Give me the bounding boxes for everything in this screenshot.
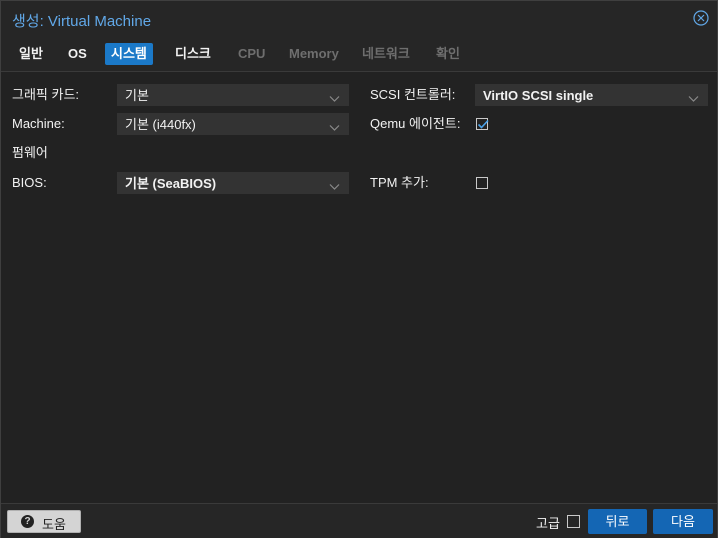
tab-memory: Memory — [289, 46, 339, 61]
machine-value: 기본 (i440fx) — [125, 117, 196, 132]
tab-os[interactable]: OS — [62, 43, 93, 65]
help-label: 도움 — [42, 517, 66, 532]
footer-bar: ? 도움 고급 뒤로 다음 — [1, 503, 717, 538]
bios-label: BIOS: — [12, 175, 47, 190]
tab-bar: 일반 OS 시스템 디스크 CPU Memory 네트워크 확인 — [1, 39, 717, 69]
tpm-checkbox[interactable] — [476, 177, 488, 189]
checkmark-icon — [477, 119, 489, 129]
scsi-controller-label: SCSI 컨트롤러: — [370, 87, 456, 102]
chevron-down-icon — [329, 177, 340, 190]
dialog-window: 생성: Virtual Machine 일반 OS 시스템 디스크 CPU Me… — [0, 0, 718, 538]
firmware-heading: 펌웨어 — [12, 145, 48, 160]
tab-general[interactable]: 일반 — [13, 43, 49, 65]
title-bar: 생성: Virtual Machine — [1, 1, 717, 37]
advanced-checkbox[interactable] — [567, 515, 580, 528]
tab-confirm: 확인 — [436, 46, 460, 61]
dialog-title: 생성: Virtual Machine — [12, 13, 152, 30]
tab-system[interactable]: 시스템 — [105, 43, 153, 65]
scsi-controller-value: VirtIO SCSI single — [483, 88, 594, 103]
help-button[interactable]: ? 도움 — [7, 510, 81, 533]
advanced-label: 고급 — [536, 516, 560, 531]
bios-value: 기본 (SeaBIOS) — [125, 176, 217, 191]
qemu-agent-checkbox[interactable] — [476, 118, 489, 130]
close-icon[interactable] — [693, 10, 709, 26]
back-button[interactable]: 뒤로 — [588, 509, 647, 534]
machine-label: Machine: — [12, 116, 65, 131]
help-icon: ? — [21, 515, 34, 528]
graphics-card-value: 기본 — [125, 88, 149, 103]
graphics-card-label: 그래픽 카드: — [12, 87, 80, 102]
tab-cpu: CPU — [238, 46, 266, 61]
machine-select[interactable]: 기본 (i440fx) — [117, 113, 349, 135]
scsi-controller-select[interactable]: VirtIO SCSI single — [475, 84, 708, 106]
system-panel: 그래픽 카드: 기본 Machine: 기본 (i440fx) 펌웨어 BIOS… — [1, 71, 717, 503]
tab-network: 네트워크 — [362, 46, 410, 61]
chevron-down-icon — [688, 89, 699, 102]
tpm-label: TPM 추가: — [370, 175, 429, 190]
chevron-down-icon — [329, 118, 340, 131]
graphics-card-select[interactable]: 기본 — [117, 84, 349, 106]
qemu-agent-label: Qemu 에이전트: — [370, 116, 461, 131]
tab-disks[interactable]: 디스크 — [169, 43, 217, 65]
chevron-down-icon — [329, 89, 340, 102]
next-button[interactable]: 다음 — [653, 509, 713, 534]
bios-select[interactable]: 기본 (SeaBIOS) — [117, 172, 349, 194]
